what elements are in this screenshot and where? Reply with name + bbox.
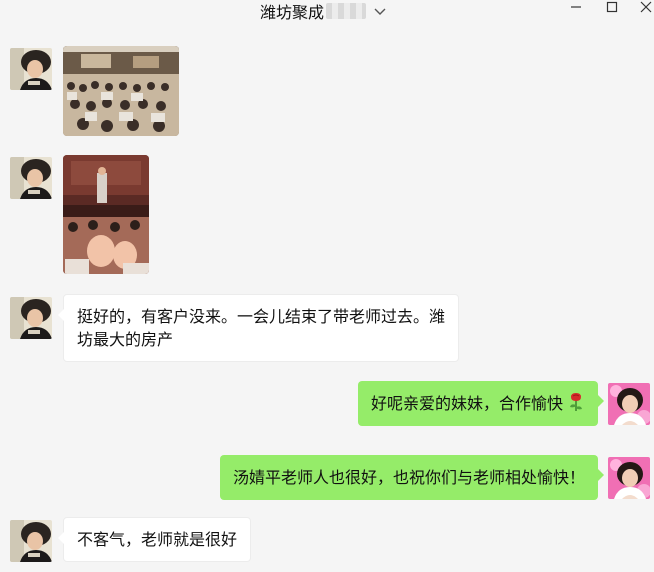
conference-hall-photo[interactable] (63, 46, 179, 136)
chevron-down-icon[interactable] (372, 3, 388, 19)
incoming-message-bubble[interactable]: 不客气，老师就是很好 (57, 517, 252, 562)
message-text: 坊最大的房产 (77, 330, 174, 349)
contact-avatar[interactable] (10, 157, 52, 199)
title-bar: 潍坊聚成 (0, 0, 654, 24)
close-icon[interactable] (636, 0, 654, 14)
speaker-on-stage-photo[interactable] (63, 155, 149, 274)
contact-avatar[interactable] (10, 520, 52, 562)
outgoing-message-bubble[interactable]: 汤婧平老师人也很好，也祝你们与老师相处愉快！ (219, 455, 605, 500)
chat-title-area[interactable]: 潍坊聚成 (260, 0, 388, 22)
incoming-message-bubble[interactable]: 挺好的，有客户没来。一会儿结束了带老师过去。潍 坊最大的房产 (57, 294, 460, 362)
message-text: 好呢亲爱的妹妹，合作愉快 (370, 394, 563, 413)
message-text: 不客气，老师就是很好 (77, 530, 238, 549)
my-avatar[interactable] (608, 457, 650, 499)
contact-avatar[interactable] (10, 297, 52, 339)
contact-avatar[interactable] (10, 48, 52, 90)
minimize-icon[interactable] (566, 0, 586, 14)
outgoing-message-bubble[interactable]: 好呢亲爱的妹妹，合作愉快 (357, 381, 605, 426)
redacted-title-suffix (326, 3, 367, 19)
message-text: 挺好的，有客户没来。一会儿结束了带老师过去。潍 (77, 307, 446, 326)
maximize-icon[interactable] (602, 0, 622, 14)
message-text: 汤婧平老师人也很好，也祝你们与老师相处愉快！ (232, 468, 585, 487)
rose-icon (570, 393, 582, 411)
my-avatar[interactable] (608, 383, 650, 425)
chat-title: 潍坊聚成 (260, 3, 325, 22)
